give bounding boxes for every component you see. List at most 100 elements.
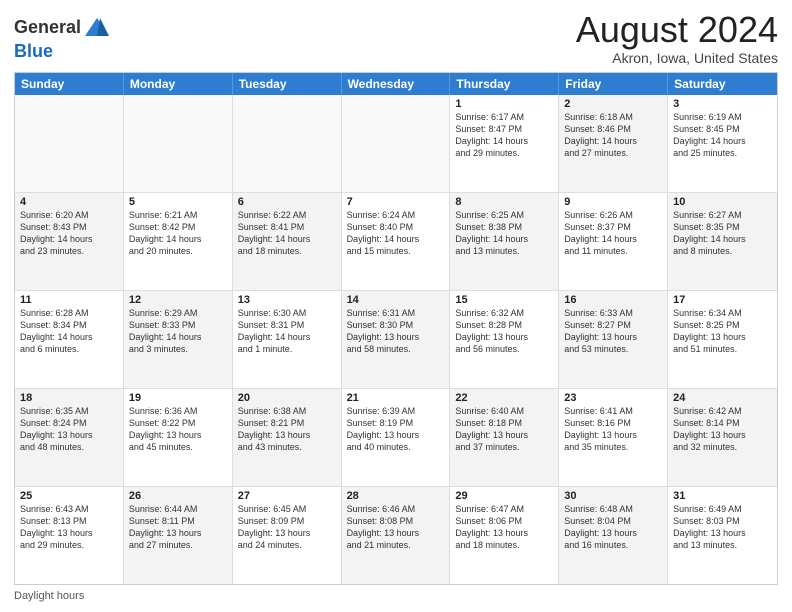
day-number: 8	[455, 196, 553, 208]
day-number: 20	[238, 392, 336, 404]
calendar-cell: 1Sunrise: 6:17 AM Sunset: 8:47 PM Daylig…	[450, 95, 559, 192]
calendar-cell: 3Sunrise: 6:19 AM Sunset: 8:45 PM Daylig…	[668, 95, 777, 192]
cell-info: Sunrise: 6:38 AM Sunset: 8:21 PM Dayligh…	[238, 405, 336, 454]
day-number: 27	[238, 490, 336, 502]
calendar-cell: 6Sunrise: 6:22 AM Sunset: 8:41 PM Daylig…	[233, 193, 342, 290]
day-number: 7	[347, 196, 445, 208]
day-number: 11	[20, 294, 118, 306]
day-number: 5	[129, 196, 227, 208]
calendar-cell	[15, 95, 124, 192]
calendar-cell: 11Sunrise: 6:28 AM Sunset: 8:34 PM Dayli…	[15, 291, 124, 388]
calendar-cell: 10Sunrise: 6:27 AM Sunset: 8:35 PM Dayli…	[668, 193, 777, 290]
page: General Blue August 2024 Akron, Iowa, Un…	[0, 0, 792, 612]
cell-info: Sunrise: 6:47 AM Sunset: 8:06 PM Dayligh…	[455, 503, 553, 552]
day-number: 17	[673, 294, 772, 306]
cell-info: Sunrise: 6:24 AM Sunset: 8:40 PM Dayligh…	[347, 209, 445, 258]
day-number: 30	[564, 490, 662, 502]
calendar-cell: 2Sunrise: 6:18 AM Sunset: 8:46 PM Daylig…	[559, 95, 668, 192]
day-number: 31	[673, 490, 772, 502]
cell-info: Sunrise: 6:48 AM Sunset: 8:04 PM Dayligh…	[564, 503, 662, 552]
day-number: 6	[238, 196, 336, 208]
calendar-cell: 14Sunrise: 6:31 AM Sunset: 8:30 PM Dayli…	[342, 291, 451, 388]
cell-info: Sunrise: 6:44 AM Sunset: 8:11 PM Dayligh…	[129, 503, 227, 552]
cell-info: Sunrise: 6:31 AM Sunset: 8:30 PM Dayligh…	[347, 307, 445, 356]
day-number: 1	[455, 98, 553, 110]
calendar-cell: 22Sunrise: 6:40 AM Sunset: 8:18 PM Dayli…	[450, 389, 559, 486]
logo-icon	[83, 14, 111, 42]
day-number: 19	[129, 392, 227, 404]
day-number: 9	[564, 196, 662, 208]
day-number: 23	[564, 392, 662, 404]
calendar-cell: 13Sunrise: 6:30 AM Sunset: 8:31 PM Dayli…	[233, 291, 342, 388]
title-block: August 2024 Akron, Iowa, United States	[576, 10, 778, 66]
header-cell-saturday: Saturday	[668, 73, 777, 95]
cell-info: Sunrise: 6:28 AM Sunset: 8:34 PM Dayligh…	[20, 307, 118, 356]
calendar-cell	[233, 95, 342, 192]
calendar-cell: 9Sunrise: 6:26 AM Sunset: 8:37 PM Daylig…	[559, 193, 668, 290]
calendar-cell: 19Sunrise: 6:36 AM Sunset: 8:22 PM Dayli…	[124, 389, 233, 486]
calendar-row: 1Sunrise: 6:17 AM Sunset: 8:47 PM Daylig…	[15, 95, 777, 193]
day-number: 10	[673, 196, 772, 208]
calendar: SundayMondayTuesdayWednesdayThursdayFrid…	[14, 72, 778, 585]
calendar-cell: 21Sunrise: 6:39 AM Sunset: 8:19 PM Dayli…	[342, 389, 451, 486]
logo-general: General	[14, 18, 81, 38]
calendar-cell: 5Sunrise: 6:21 AM Sunset: 8:42 PM Daylig…	[124, 193, 233, 290]
header-cell-wednesday: Wednesday	[342, 73, 451, 95]
logo: General Blue	[14, 14, 111, 62]
day-number: 2	[564, 98, 662, 110]
cell-info: Sunrise: 6:21 AM Sunset: 8:42 PM Dayligh…	[129, 209, 227, 258]
calendar-cell: 20Sunrise: 6:38 AM Sunset: 8:21 PM Dayli…	[233, 389, 342, 486]
day-number: 16	[564, 294, 662, 306]
cell-info: Sunrise: 6:42 AM Sunset: 8:14 PM Dayligh…	[673, 405, 772, 454]
cell-info: Sunrise: 6:36 AM Sunset: 8:22 PM Dayligh…	[129, 405, 227, 454]
cell-info: Sunrise: 6:39 AM Sunset: 8:19 PM Dayligh…	[347, 405, 445, 454]
day-number: 12	[129, 294, 227, 306]
cell-info: Sunrise: 6:45 AM Sunset: 8:09 PM Dayligh…	[238, 503, 336, 552]
cell-info: Sunrise: 6:17 AM Sunset: 8:47 PM Dayligh…	[455, 111, 553, 160]
calendar-cell: 7Sunrise: 6:24 AM Sunset: 8:40 PM Daylig…	[342, 193, 451, 290]
cell-info: Sunrise: 6:34 AM Sunset: 8:25 PM Dayligh…	[673, 307, 772, 356]
calendar-cell: 24Sunrise: 6:42 AM Sunset: 8:14 PM Dayli…	[668, 389, 777, 486]
day-number: 13	[238, 294, 336, 306]
calendar-cell: 31Sunrise: 6:49 AM Sunset: 8:03 PM Dayli…	[668, 487, 777, 584]
calendar-cell: 15Sunrise: 6:32 AM Sunset: 8:28 PM Dayli…	[450, 291, 559, 388]
cell-info: Sunrise: 6:27 AM Sunset: 8:35 PM Dayligh…	[673, 209, 772, 258]
calendar-cell: 29Sunrise: 6:47 AM Sunset: 8:06 PM Dayli…	[450, 487, 559, 584]
cell-info: Sunrise: 6:41 AM Sunset: 8:16 PM Dayligh…	[564, 405, 662, 454]
header-cell-sunday: Sunday	[15, 73, 124, 95]
calendar-cell: 30Sunrise: 6:48 AM Sunset: 8:04 PM Dayli…	[559, 487, 668, 584]
calendar-cell: 17Sunrise: 6:34 AM Sunset: 8:25 PM Dayli…	[668, 291, 777, 388]
cell-info: Sunrise: 6:22 AM Sunset: 8:41 PM Dayligh…	[238, 209, 336, 258]
cell-info: Sunrise: 6:33 AM Sunset: 8:27 PM Dayligh…	[564, 307, 662, 356]
day-number: 18	[20, 392, 118, 404]
calendar-cell: 18Sunrise: 6:35 AM Sunset: 8:24 PM Dayli…	[15, 389, 124, 486]
header-cell-friday: Friday	[559, 73, 668, 95]
calendar-row: 18Sunrise: 6:35 AM Sunset: 8:24 PM Dayli…	[15, 389, 777, 487]
cell-info: Sunrise: 6:18 AM Sunset: 8:46 PM Dayligh…	[564, 111, 662, 160]
calendar-cell: 26Sunrise: 6:44 AM Sunset: 8:11 PM Dayli…	[124, 487, 233, 584]
calendar-cell: 12Sunrise: 6:29 AM Sunset: 8:33 PM Dayli…	[124, 291, 233, 388]
cell-info: Sunrise: 6:26 AM Sunset: 8:37 PM Dayligh…	[564, 209, 662, 258]
day-number: 25	[20, 490, 118, 502]
cell-info: Sunrise: 6:19 AM Sunset: 8:45 PM Dayligh…	[673, 111, 772, 160]
cell-info: Sunrise: 6:35 AM Sunset: 8:24 PM Dayligh…	[20, 405, 118, 454]
calendar-cell: 28Sunrise: 6:46 AM Sunset: 8:08 PM Dayli…	[342, 487, 451, 584]
calendar-row: 4Sunrise: 6:20 AM Sunset: 8:43 PM Daylig…	[15, 193, 777, 291]
cell-info: Sunrise: 6:46 AM Sunset: 8:08 PM Dayligh…	[347, 503, 445, 552]
header-cell-tuesday: Tuesday	[233, 73, 342, 95]
cell-info: Sunrise: 6:43 AM Sunset: 8:13 PM Dayligh…	[20, 503, 118, 552]
cell-info: Sunrise: 6:32 AM Sunset: 8:28 PM Dayligh…	[455, 307, 553, 356]
header-cell-thursday: Thursday	[450, 73, 559, 95]
calendar-cell: 16Sunrise: 6:33 AM Sunset: 8:27 PM Dayli…	[559, 291, 668, 388]
header: General Blue August 2024 Akron, Iowa, Un…	[14, 10, 778, 66]
calendar-cell: 27Sunrise: 6:45 AM Sunset: 8:09 PM Dayli…	[233, 487, 342, 584]
subtitle: Akron, Iowa, United States	[576, 50, 778, 66]
logo-blue: Blue	[14, 42, 111, 62]
cell-info: Sunrise: 6:25 AM Sunset: 8:38 PM Dayligh…	[455, 209, 553, 258]
cell-info: Sunrise: 6:29 AM Sunset: 8:33 PM Dayligh…	[129, 307, 227, 356]
main-title: August 2024	[576, 10, 778, 50]
day-number: 22	[455, 392, 553, 404]
day-number: 29	[455, 490, 553, 502]
day-number: 21	[347, 392, 445, 404]
calendar-cell: 8Sunrise: 6:25 AM Sunset: 8:38 PM Daylig…	[450, 193, 559, 290]
